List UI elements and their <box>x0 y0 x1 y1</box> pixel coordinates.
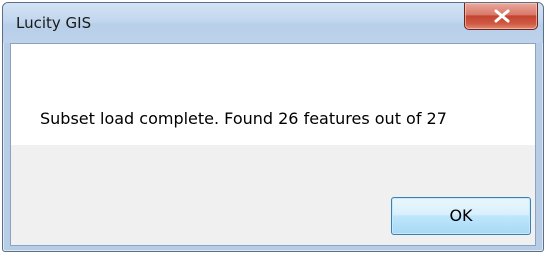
window-title: Lucity GIS <box>16 14 92 32</box>
message-area <box>11 44 535 145</box>
close-button[interactable] <box>464 3 538 30</box>
ok-button[interactable]: OK <box>391 197 531 235</box>
message-text: Subset load complete. Found 26 features … <box>40 109 447 128</box>
dialog-window: Lucity GIS Subset load complete. Found 2… <box>2 2 544 252</box>
dialog-body: Subset load complete. Found 26 features … <box>10 43 536 246</box>
close-x-icon <box>494 9 510 23</box>
title-bar[interactable]: Lucity GIS <box>3 3 543 43</box>
